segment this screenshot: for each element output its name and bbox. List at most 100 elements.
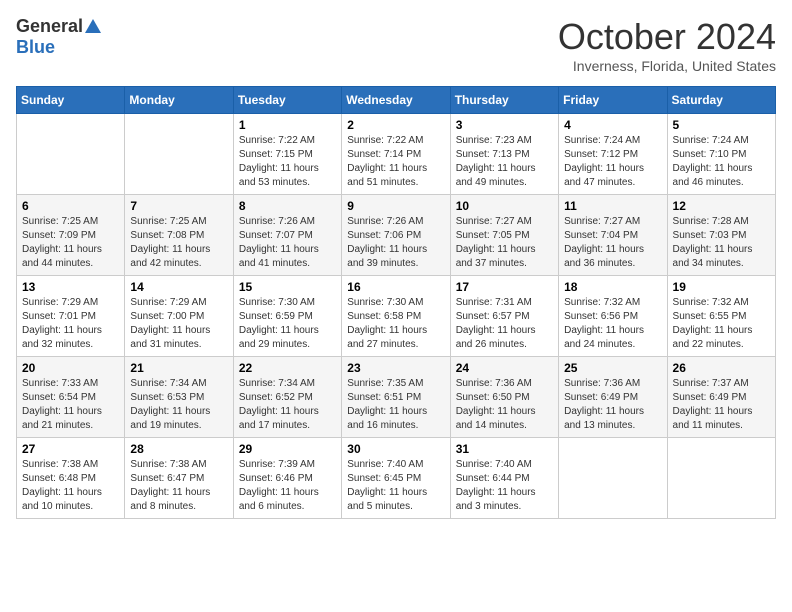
day-info: Sunrise: 7:35 AMSunset: 6:51 PMDaylight:… [347,377,444,433]
calendar-day-cell: 6 Sunrise: 7:25 AMSunset: 7:09 PMDaylight… [17,195,125,276]
calendar-day-cell: 1Sunrise: 7:22 AMSunset: 7:15 PMDaylight… [233,114,341,195]
calendar-day-cell: 30 Sunrise: 7:40 AMSunset: 6:45 PMDayligh… [342,438,450,519]
calendar-day-cell [667,438,775,519]
day-number: 15 [239,280,336,294]
day-number: 19 [673,280,770,294]
day-info: Sunrise: 7:24 AMSunset: 7:10 PMDaylight:… [673,134,770,190]
weekday-header-cell: Monday [125,87,233,114]
day-number: 18 [564,280,661,294]
day-number: 21 [130,361,227,375]
day-info: Sunrise: 7:31 AMSunset: 6:57 PMDaylight:… [456,296,553,352]
title-section: October 2024 Inverness, Florida, United … [558,16,776,74]
day-number: 11 [564,199,661,213]
calendar-day-cell: 3Sunrise: 7:23 AMSunset: 7:13 PMDaylight… [450,114,558,195]
day-number: 6 [22,199,119,213]
day-number: 1 [239,118,336,132]
day-info: Sunrise: 7:27 AMSunset: 7:04 PMDaylight:… [564,215,661,271]
calendar-week-row: 27Sunrise: 7:38 AMSunset: 6:48 PMDayligh… [17,438,776,519]
calendar-day-cell: 22Sunrise: 7:34 AMSunset: 6:52 PMDayligh… [233,357,341,438]
weekday-header-cell: Thursday [450,87,558,114]
day-info: Sunrise: 7:34 AMSunset: 6:53 PMDaylight:… [130,377,227,433]
day-number: 5 [673,118,770,132]
day-number: 24 [456,361,553,375]
calendar-day-cell: 26 Sunrise: 7:37 AMSunset: 6:49 PMDayligh… [667,357,775,438]
calendar-day-cell: 14 Sunrise: 7:29 AMSunset: 7:00 PMDayligh… [125,276,233,357]
calendar-day-cell: 20 Sunrise: 7:33 AMSunset: 6:54 PMDayligh… [17,357,125,438]
calendar-day-cell: 16Sunrise: 7:30 AMSunset: 6:58 PMDayligh… [342,276,450,357]
calendar-day-cell: 27Sunrise: 7:38 AMSunset: 6:48 PMDayligh… [17,438,125,519]
calendar-day-cell: 12 Sunrise: 7:28 AMSunset: 7:03 PMDayligh… [667,195,775,276]
day-info: Sunrise: 7:25 AMSunset: 7:08 PMDaylight:… [130,215,227,271]
day-number: 10 [456,199,553,213]
day-number: 2 [347,118,444,132]
calendar-day-cell: 2 Sunrise: 7:22 AMSunset: 7:14 PMDaylight… [342,114,450,195]
day-info: Sunrise: 7:25 AMSunset: 7:09 PMDaylight:… [22,215,119,271]
day-info: Sunrise: 7:27 AMSunset: 7:05 PMDaylight:… [456,215,553,271]
day-number: 8 [239,199,336,213]
day-number: 25 [564,361,661,375]
calendar-day-cell: 25 Sunrise: 7:36 AMSunset: 6:49 PMDayligh… [559,357,667,438]
day-info: Sunrise: 7:40 AMSunset: 6:45 PMDaylight:… [347,458,444,514]
day-number: 7 [130,199,227,213]
month-title: October 2024 [558,16,776,58]
day-number: 29 [239,442,336,456]
calendar-day-cell: 24 Sunrise: 7:36 AMSunset: 6:50 PMDayligh… [450,357,558,438]
day-number: 3 [456,118,553,132]
calendar-body: 1Sunrise: 7:22 AMSunset: 7:15 PMDaylight… [17,114,776,519]
day-number: 30 [347,442,444,456]
weekday-header-cell: Sunday [17,87,125,114]
calendar-day-cell: 8 Sunrise: 7:26 AMSunset: 7:07 PMDaylight… [233,195,341,276]
day-info: Sunrise: 7:36 AMSunset: 6:50 PMDaylight:… [456,377,553,433]
location-text: Inverness, Florida, United States [558,58,776,74]
calendar-week-row: 6 Sunrise: 7:25 AMSunset: 7:09 PMDaylight… [17,195,776,276]
weekday-header-cell: Saturday [667,87,775,114]
calendar-week-row: 13Sunrise: 7:29 AMSunset: 7:01 PMDayligh… [17,276,776,357]
day-info: Sunrise: 7:38 AMSunset: 6:48 PMDaylight:… [22,458,119,514]
day-info: Sunrise: 7:26 AMSunset: 7:07 PMDaylight:… [239,215,336,271]
day-info: Sunrise: 7:36 AMSunset: 6:49 PMDaylight:… [564,377,661,433]
day-number: 12 [673,199,770,213]
day-info: Sunrise: 7:34 AMSunset: 6:52 PMDaylight:… [239,377,336,433]
calendar-table: SundayMondayTuesdayWednesdayThursdayFrid… [16,86,776,519]
day-number: 17 [456,280,553,294]
day-info: Sunrise: 7:38 AMSunset: 6:47 PMDaylight:… [130,458,227,514]
day-info: Sunrise: 7:37 AMSunset: 6:49 PMDaylight:… [673,377,770,433]
calendar-day-cell [559,438,667,519]
day-number: 26 [673,361,770,375]
logo-general-text: General [16,16,83,37]
day-number: 20 [22,361,119,375]
day-info: Sunrise: 7:29 AMSunset: 7:00 PMDaylight:… [130,296,227,352]
day-info: Sunrise: 7:28 AMSunset: 7:03 PMDaylight:… [673,215,770,271]
day-info: Sunrise: 7:29 AMSunset: 7:01 PMDaylight:… [22,296,119,352]
weekday-header-cell: Wednesday [342,87,450,114]
calendar-day-cell: 29 Sunrise: 7:39 AMSunset: 6:46 PMDayligh… [233,438,341,519]
calendar-week-row: 1Sunrise: 7:22 AMSunset: 7:15 PMDaylight… [17,114,776,195]
day-info: Sunrise: 7:32 AMSunset: 6:56 PMDaylight:… [564,296,661,352]
calendar-day-cell: 31Sunrise: 7:40 AMSunset: 6:44 PMDayligh… [450,438,558,519]
day-info: Sunrise: 7:22 AMSunset: 7:14 PMDaylight:… [347,134,444,190]
calendar-day-cell: 9 Sunrise: 7:26 AMSunset: 7:06 PMDaylight… [342,195,450,276]
day-info: Sunrise: 7:39 AMSunset: 6:46 PMDaylight:… [239,458,336,514]
calendar-day-cell: 13Sunrise: 7:29 AMSunset: 7:01 PMDayligh… [17,276,125,357]
day-info: Sunrise: 7:26 AMSunset: 7:06 PMDaylight:… [347,215,444,271]
day-number: 9 [347,199,444,213]
day-number: 16 [347,280,444,294]
calendar-week-row: 20 Sunrise: 7:33 AMSunset: 6:54 PMDayligh… [17,357,776,438]
day-info: Sunrise: 7:33 AMSunset: 6:54 PMDaylight:… [22,377,119,433]
day-number: 4 [564,118,661,132]
calendar-day-cell: 17 Sunrise: 7:31 AMSunset: 6:57 PMDayligh… [450,276,558,357]
weekday-header-cell: Tuesday [233,87,341,114]
day-number: 14 [130,280,227,294]
calendar-day-cell [125,114,233,195]
calendar-day-cell: 4Sunrise: 7:24 AMSunset: 7:12 PMDaylight… [559,114,667,195]
page-header: General Blue October 2024 Inverness, Flo… [16,16,776,74]
calendar-day-cell: 15Sunrise: 7:30 AMSunset: 6:59 PMDayligh… [233,276,341,357]
day-number: 23 [347,361,444,375]
calendar-day-cell [17,114,125,195]
weekday-header-cell: Friday [559,87,667,114]
calendar-day-cell: 11 Sunrise: 7:27 AMSunset: 7:04 PMDayligh… [559,195,667,276]
day-info: Sunrise: 7:32 AMSunset: 6:55 PMDaylight:… [673,296,770,352]
calendar-day-cell: 28Sunrise: 7:38 AMSunset: 6:47 PMDayligh… [125,438,233,519]
calendar-day-cell: 10 Sunrise: 7:27 AMSunset: 7:05 PMDayligh… [450,195,558,276]
logo-triangle-icon [84,17,102,35]
